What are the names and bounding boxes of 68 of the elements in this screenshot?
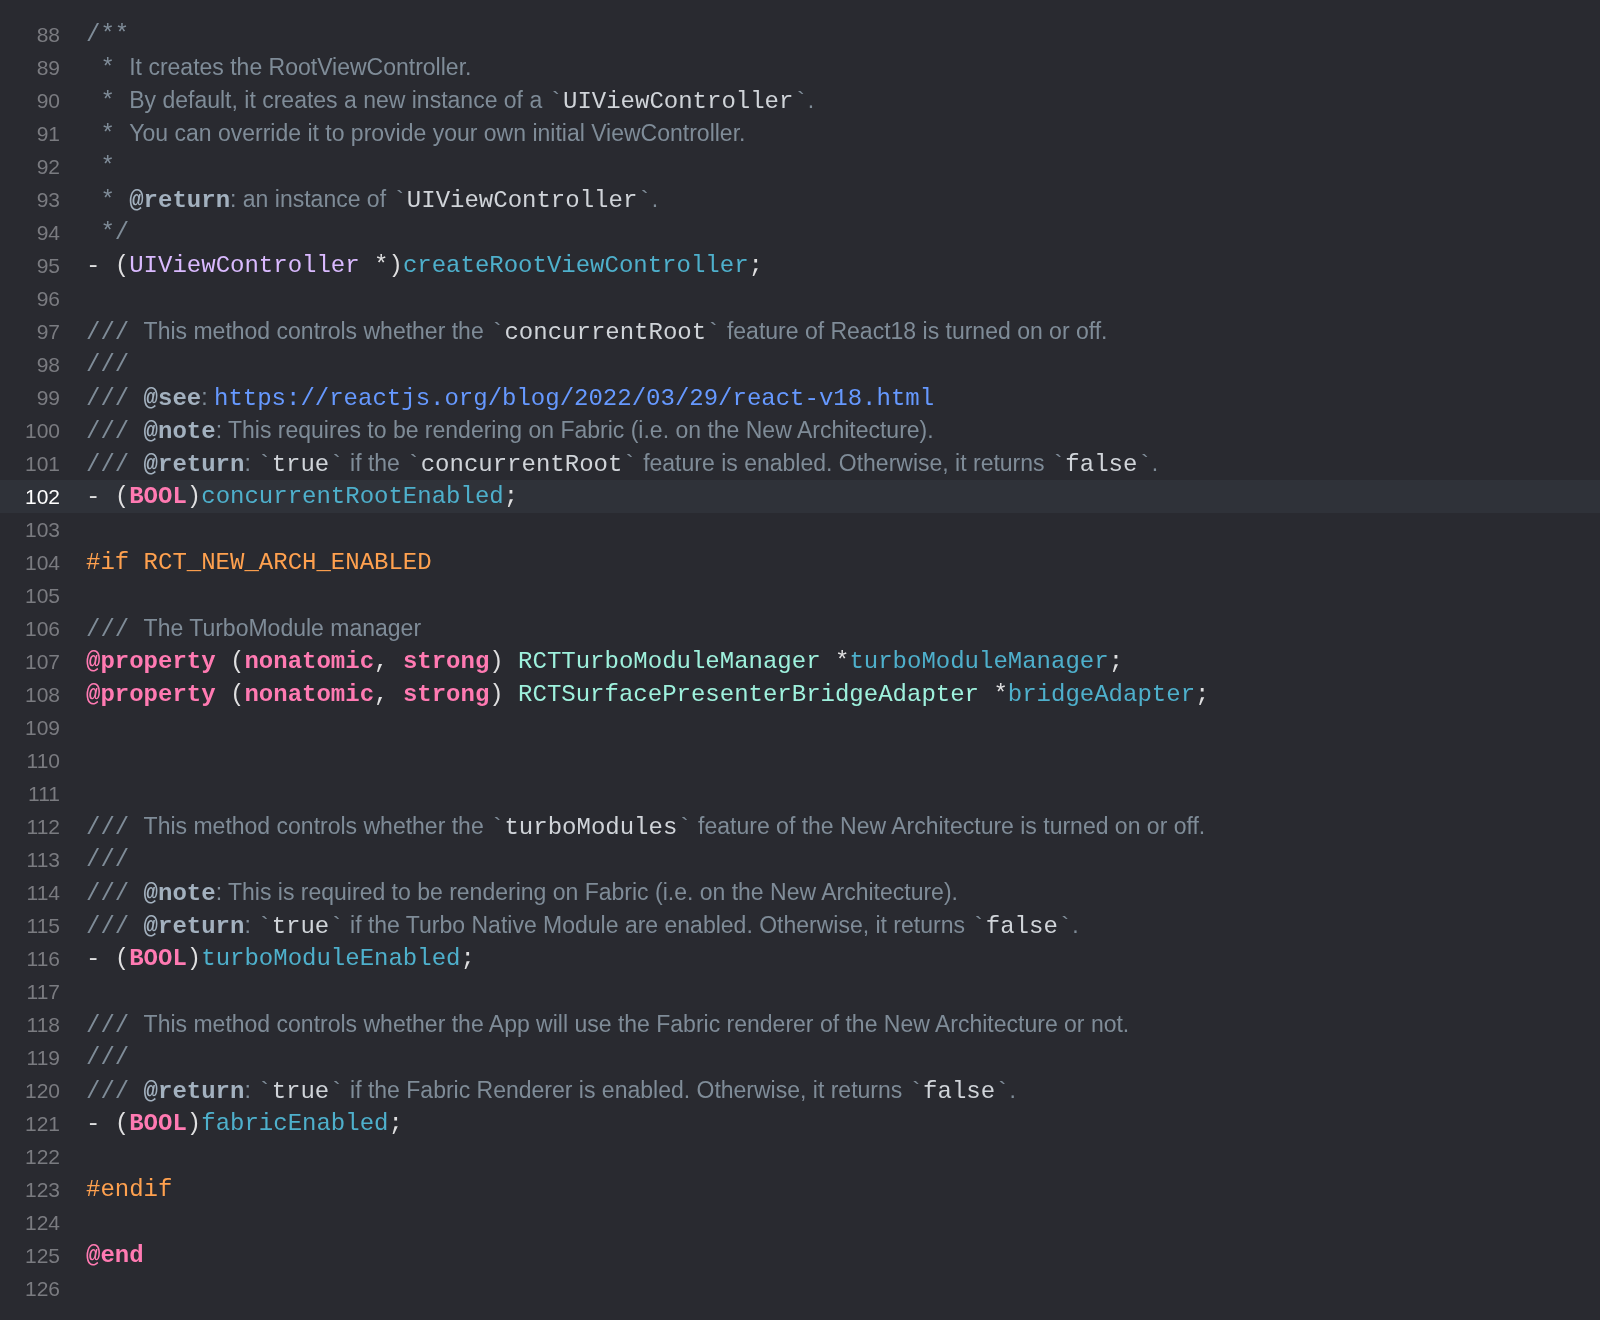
line-number: 115 [25,913,61,938]
code-line: - (UIViewController *)createRootViewController; [86,252,763,279]
code-line: /// [86,351,130,378]
line-number: 121 [23,1111,61,1136]
code-line: /// @return: `true` if the Turbo Native Module are enabled. Otherwise, it returns `false`. [86,911,1079,940]
code-line: - (BOOL)concurrentRootEnabled; [86,483,519,510]
line-number: 116 [25,946,61,971]
line-number: 91 [35,121,61,146]
line-number: 106 [23,616,61,641]
line-number: 99 [35,385,61,410]
line-number: 119 [25,1045,61,1070]
line-number: 114 [25,880,61,905]
code-line: @end [86,1242,144,1269]
line-number: 122 [23,1144,61,1169]
line-number: 88 [35,22,61,47]
line-number: 102 [23,484,61,509]
line-number: 125 [23,1243,61,1268]
line-number: 110 [25,748,61,773]
line-number: 89 [35,55,61,80]
line-number: 93 [35,187,61,212]
code-line: * You can override it to provide your own initial ViewController. [99,119,746,148]
code-line: * [99,153,115,180]
code-line: */ [99,219,130,246]
line-number: 126 [23,1276,61,1301]
line-number: 101 [23,451,61,476]
line-number: 96 [35,286,61,311]
line-number: 111 [27,781,61,806]
line-number: 107 [23,649,61,674]
line-number: 117 [25,979,61,1004]
code-line: /// @return: `true` if the Fabric Renderer is enabled. Otherwise, it returns `false`. [86,1076,1016,1105]
line-number: 90 [35,88,61,113]
line-number: 105 [23,583,61,608]
line-number: 109 [23,715,61,740]
line-number: 123 [23,1177,61,1202]
line-number: 112 [25,814,61,839]
line-number: 120 [23,1078,61,1103]
line-number: 118 [25,1012,61,1037]
code-line: * By default, it creates a new instance of a `UIViewController`. [99,86,815,115]
line-number: 98 [35,352,61,377]
line-number: 95 [35,253,61,278]
code-line: /** [86,21,130,48]
code-line: - (BOOL)fabricEnabled; [86,1110,403,1137]
line-number: 103 [23,517,61,542]
line-number: 113 [25,847,61,872]
code-line: /// [86,846,130,873]
code-line: /// This method controls whether the `turboModules` feature of the New Architecture is turned on or off. [86,812,1206,841]
code-line: /// @note: This is required to be rendering on Fabric (i.e. on the New Architecture). [86,878,958,907]
code-line: /// @note: This requires to be rendering on Fabric (i.e. on the New Architecture). [86,416,934,445]
code-line: /// This method controls whether the App will use the Fabric renderer of the New Architecture or not. [86,1010,1130,1039]
line-number: 108 [23,682,61,707]
code-line: - (BOOL)turboModuleEnabled; [86,945,475,972]
code-line: /// This method controls whether the `concurrentRoot` feature of React18 is turned on or off. [86,317,1108,346]
code-line: /// @return: `true` if the `concurrentRoot` feature is enabled. Otherwise, it returns `false`. [86,449,1159,478]
line-number: 100 [23,418,61,443]
code-line: /// The TurboModule manager [86,614,422,643]
code-line: /// @see: https://reactjs.org/blog/2022/03/29/react-v18.html [86,383,935,412]
code-line: @property (nonatomic, strong) RCTSurfacePresenterBridgeAdapter *bridgeAdapter; [86,681,1210,708]
line-number: 94 [35,220,61,245]
code-line: /// [86,1044,130,1071]
code-line: * It creates the RootViewController. [99,53,472,82]
code-line: @property (nonatomic, strong) RCTTurboModuleManager *turboModuleManager; [86,648,1124,675]
line-number: 92 [35,154,61,179]
line-number: 97 [35,319,61,344]
line-number: 104 [23,550,61,575]
code-line: #endif [86,1176,173,1203]
code-line: * @return: an instance of `UIViewController`. [99,185,659,214]
code-line: #if RCT_NEW_ARCH_ENABLED [86,549,432,576]
line-number: 124 [23,1210,61,1235]
